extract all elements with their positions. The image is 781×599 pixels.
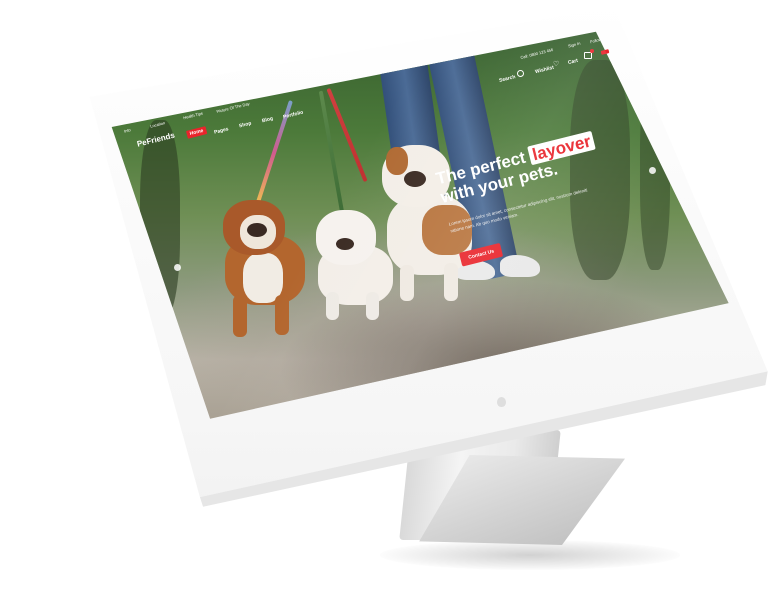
monitor: Info Location Health Tips Picture Of The… — [0, 0, 781, 599]
dog-bulldog-left — [215, 195, 315, 345]
cart-icon[interactable] — [584, 52, 592, 59]
search-icon[interactable] — [517, 70, 524, 77]
walker-shoe — [500, 255, 540, 277]
brand-logo-icon — [497, 397, 506, 407]
heart-icon[interactable]: ♡ — [553, 60, 559, 68]
slider-next-icon[interactable] — [649, 167, 656, 174]
screen — [111, 31, 729, 419]
slider-prev-icon[interactable] — [174, 264, 181, 271]
leash — [318, 90, 346, 220]
cart-count-badge — [590, 49, 594, 53]
mockup-stage: Info Location Health Tips Picture Of The… — [0, 0, 781, 599]
